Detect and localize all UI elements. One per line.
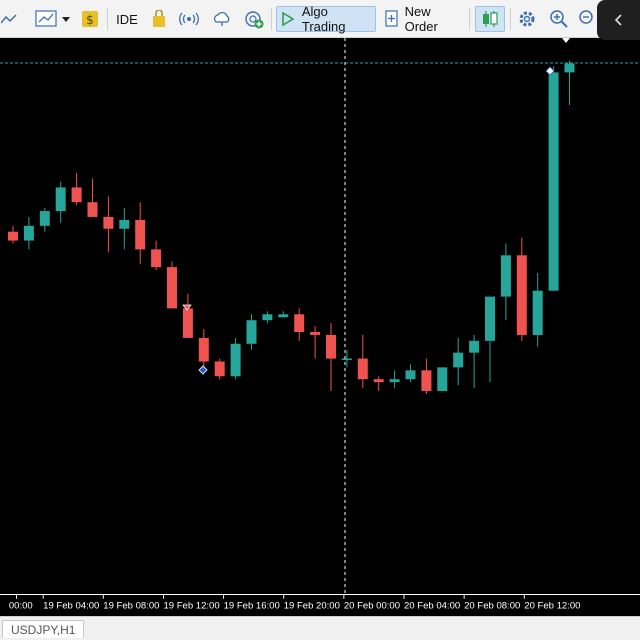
collapse-panel-icon[interactable] <box>597 0 640 40</box>
status-bar: USDJPY,H1 <box>0 616 640 640</box>
time-tick-label: 20 Feb 04:00 <box>404 600 460 611</box>
candles-group <box>8 60 575 394</box>
bearish-candle <box>516 255 527 335</box>
cloud-icon[interactable] <box>210 6 234 32</box>
signal-icon[interactable] <box>178 6 200 32</box>
bullish-candle <box>437 367 448 391</box>
bullish-candle <box>23 225 34 241</box>
chart-menu-icon[interactable] <box>34 6 74 32</box>
bullish-candle <box>341 358 352 361</box>
bearish-candle <box>167 267 177 309</box>
add-indicator-icon[interactable] <box>242 6 266 32</box>
symbol-tab-label: USDJPY,H1 <box>11 622 76 637</box>
time-tick-label: 20 Feb 00:00 <box>344 600 400 611</box>
time-axis: 00:00 19 Feb 04:00 19 Feb 08:00 19 Feb 12:0… <box>0 594 640 616</box>
bearish-candle <box>198 337 209 362</box>
time-tick-label: 19 Feb 04:00 <box>43 600 99 611</box>
bearish-candle <box>71 187 82 203</box>
chart-overlays <box>0 38 640 594</box>
time-tick-label: 20 Feb 08:00 <box>464 600 520 611</box>
toolbar: $ IDE Algo Trading New Order <box>0 0 640 40</box>
bullish-candle <box>119 219 130 229</box>
time-tick-label: 00:00 <box>9 600 33 611</box>
bullish-candle <box>564 63 575 73</box>
new-order-button[interactable]: New Order <box>380 4 466 34</box>
bearish-candle <box>214 361 225 377</box>
zoom-in-icon[interactable] <box>548 6 570 32</box>
bullish-candle <box>453 352 464 368</box>
price-chart[interactable] <box>0 38 640 594</box>
time-tick-label: 19 Feb 16:00 <box>224 600 280 611</box>
bullish-candle <box>500 255 511 297</box>
new-order-icon <box>385 10 398 27</box>
time-tick-label: 19 Feb 08:00 <box>103 600 159 611</box>
ide-label: IDE <box>116 11 138 27</box>
dollar-icon[interactable]: $ <box>80 6 100 32</box>
bullish-candle <box>230 343 241 377</box>
line-chart-icon[interactable] <box>0 6 18 32</box>
bearish-candle <box>87 202 98 217</box>
shopping-bag-icon[interactable] <box>148 6 170 32</box>
zoom-out-icon[interactable] <box>578 6 598 32</box>
bearish-candle <box>373 379 384 383</box>
bullish-candle <box>246 320 257 344</box>
bearish-candle <box>135 219 146 250</box>
symbol-tab[interactable]: USDJPY,H1 <box>2 620 85 638</box>
bullish-candle <box>39 211 50 226</box>
bearish-candle <box>294 314 305 332</box>
buy-trade-marker <box>198 365 208 375</box>
algo-trading-button[interactable]: Algo Trading <box>276 4 376 34</box>
bullish-candle <box>485 296 495 341</box>
bearish-candle <box>151 249 162 268</box>
bullish-candle <box>262 314 273 321</box>
bullish-candle <box>532 290 543 335</box>
new-order-label: New Order <box>404 4 438 34</box>
ide-button[interactable]: IDE <box>113 6 141 32</box>
time-axis-ticks: 00:00 19 Feb 04:00 19 Feb 08:00 19 Feb 12:0… <box>9 595 580 611</box>
bearish-candle <box>310 332 321 335</box>
bearish-candle <box>8 231 18 241</box>
bullish-candle <box>389 379 400 383</box>
play-icon <box>282 12 294 26</box>
bullish-candle <box>469 340 480 353</box>
settings-icon[interactable] <box>516 6 538 32</box>
time-tick-label: 19 Feb 20:00 <box>284 600 340 611</box>
algo-trading-label: Algo Trading <box>301 4 346 34</box>
bearish-candle <box>182 308 193 338</box>
time-tick-label: 20 Feb 12:00 <box>524 600 580 611</box>
bearish-candle <box>326 334 336 359</box>
bearish-candle <box>421 370 432 391</box>
bullish-candle <box>278 314 289 318</box>
bullish-candle <box>548 72 559 291</box>
bullish-candle <box>405 370 416 380</box>
bullish-candle <box>55 187 66 212</box>
chart-shift-marker <box>562 38 570 43</box>
bearish-candle <box>357 358 368 380</box>
candlestick-icon[interactable] <box>475 6 505 32</box>
bearish-candle <box>103 216 114 229</box>
time-tick-label: 19 Feb 12:00 <box>163 600 219 611</box>
svg-text:$: $ <box>86 13 94 27</box>
